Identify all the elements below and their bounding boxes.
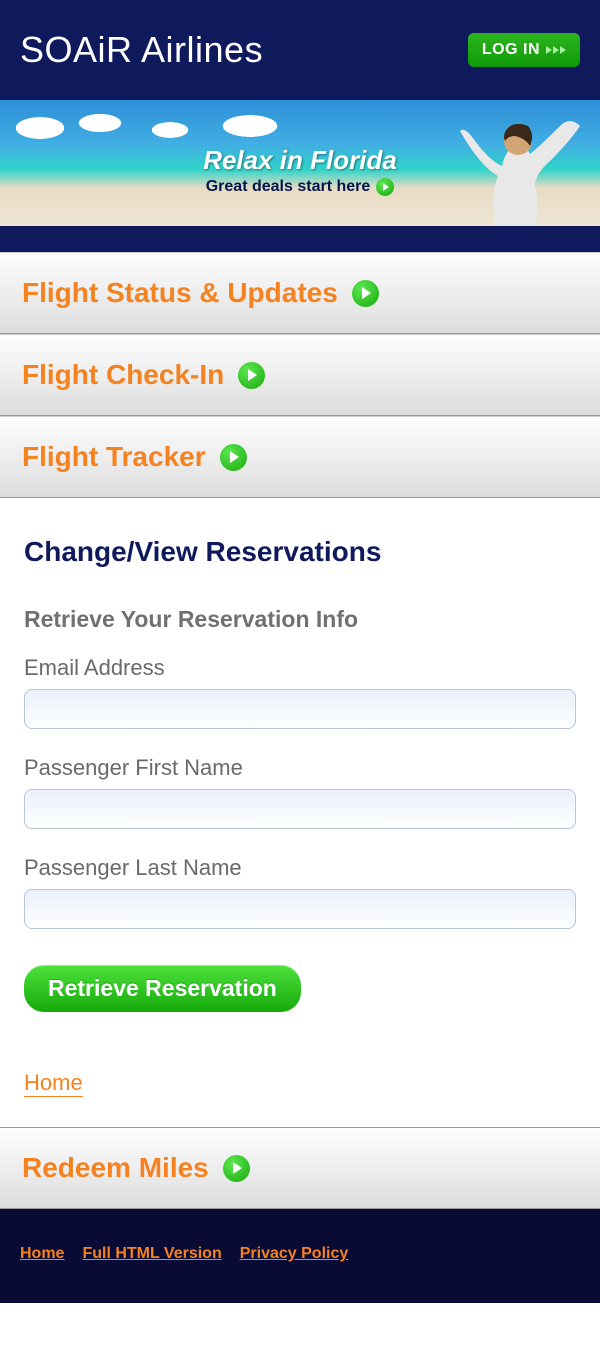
last-name-field[interactable]	[24, 889, 576, 929]
reservations-section: Change/View Reservations Retrieve Your R…	[0, 498, 600, 1127]
menu-label: Flight Status & Updates	[22, 277, 338, 309]
brand-logo: SOAiR Airlines	[20, 29, 263, 71]
play-icon	[352, 280, 379, 307]
menu-label: Flight Check-In	[22, 359, 224, 391]
first-name-label: Passenger First Name	[24, 755, 576, 781]
arrow-right-icon	[546, 46, 566, 54]
menu-redeem-miles[interactable]: Redeem Miles	[0, 1127, 600, 1209]
play-icon	[220, 444, 247, 471]
first-name-field[interactable]	[24, 789, 576, 829]
email-field[interactable]	[24, 689, 576, 729]
promo-subtitle: Great deals start here	[206, 178, 371, 196]
nav-strip	[0, 230, 600, 252]
footer: Home Full HTML Version Privacy Policy	[0, 1209, 600, 1303]
menu-flight-checkin[interactable]: Flight Check-In	[0, 334, 600, 416]
login-button[interactable]: LOG IN	[468, 33, 580, 67]
footer-full-html-link[interactable]: Full HTML Version	[82, 1245, 221, 1263]
section-subtitle: Retrieve Your Reservation Info	[24, 606, 576, 633]
email-label: Email Address	[24, 655, 576, 681]
footer-home-link[interactable]: Home	[20, 1245, 64, 1263]
footer-privacy-link[interactable]: Privacy Policy	[240, 1245, 349, 1263]
promo-banner[interactable]: Relax in Florida Great deals start here	[0, 100, 600, 230]
home-link[interactable]: Home	[24, 1070, 83, 1097]
play-icon	[238, 362, 265, 389]
menu-flight-tracker[interactable]: Flight Tracker	[0, 416, 600, 498]
header: SOAiR Airlines LOG IN	[0, 0, 600, 100]
last-name-label: Passenger Last Name	[24, 855, 576, 881]
clouds-decoration	[10, 108, 310, 148]
promo-subtitle-row: Great deals start here	[206, 178, 395, 196]
person-image	[440, 106, 590, 226]
play-icon	[223, 1155, 250, 1182]
menu-label: Flight Tracker	[22, 441, 206, 473]
menu-flight-status[interactable]: Flight Status & Updates	[0, 252, 600, 334]
page-title: Change/View Reservations	[24, 536, 576, 568]
retrieve-reservation-button[interactable]: Retrieve Reservation	[24, 965, 301, 1012]
menu-label: Redeem Miles	[22, 1152, 209, 1184]
login-label: LOG IN	[482, 41, 540, 59]
play-icon	[376, 178, 394, 196]
